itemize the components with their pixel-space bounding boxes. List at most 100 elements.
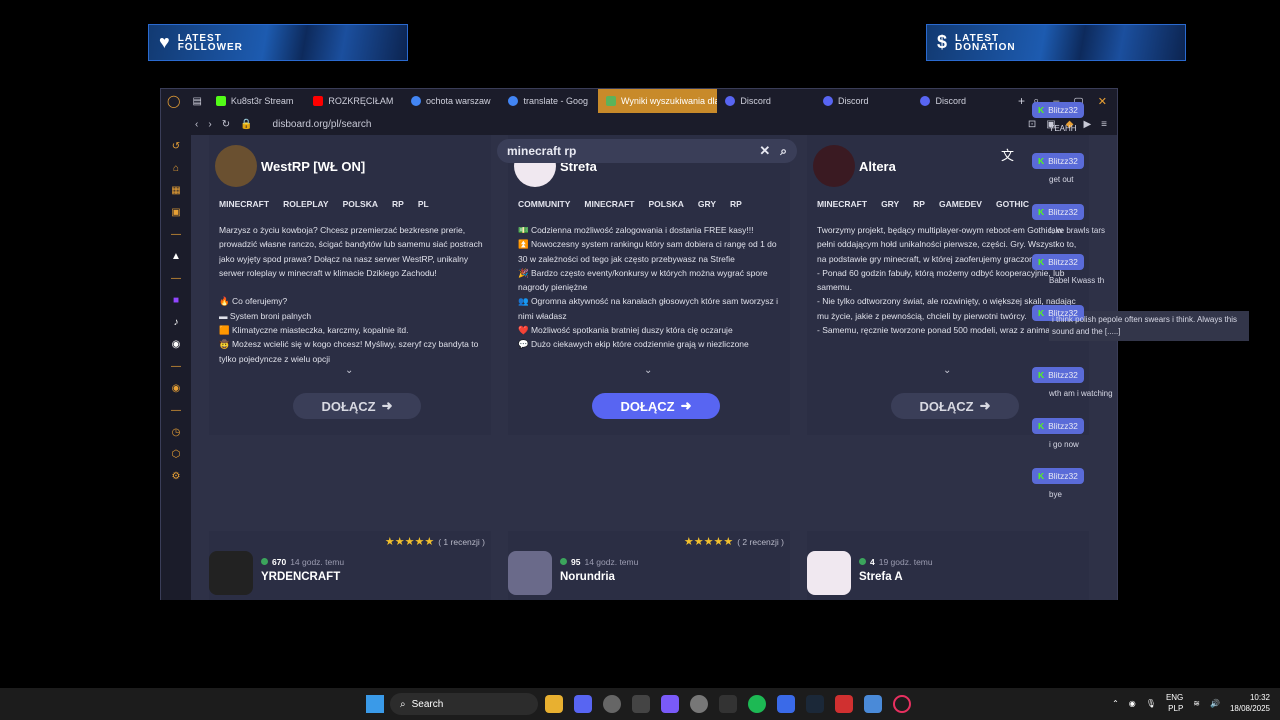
server-description: 💵 Codzienna możliwość zalogowania i dost… xyxy=(518,225,779,350)
tag[interactable]: GAMEDEV xyxy=(939,199,982,209)
chat-message: K Blitzz32 YEAHH xyxy=(1032,100,1084,135)
cube-icon[interactable]: ⬡ xyxy=(172,449,181,463)
app-w-icon[interactable] xyxy=(661,695,679,713)
tag[interactable]: GRY xyxy=(698,199,716,209)
tab-label: Discord xyxy=(837,96,869,106)
tag[interactable]: PL xyxy=(418,199,429,209)
tiktok-icon[interactable]: ♪ xyxy=(174,317,179,331)
taskbar: ⌕ Search ⌃ ◉ 🎙 ENG PLP ≋ 🔊 10:32 18/08/2025 xyxy=(0,688,1280,720)
tab-google[interactable]: ochota warszaw xyxy=(403,89,501,113)
tag[interactable]: POLSKA xyxy=(343,199,378,209)
twitch-icon[interactable]: ■ xyxy=(173,295,179,309)
tab-discord[interactable]: Discord xyxy=(717,89,815,113)
tag[interactable]: COMMUNITY xyxy=(518,199,570,209)
system-tray: ⌃ ◉ 🎙 ENG PLP ≋ 🔊 10:32 18/08/2025 xyxy=(1112,692,1270,714)
online-count: 95 xyxy=(571,557,581,567)
review-count[interactable]: ( 2 recenzji ) xyxy=(737,537,784,547)
clear-icon[interactable]: ✕ xyxy=(759,143,770,159)
tag[interactable]: MINECRAFT xyxy=(817,199,867,209)
spotify-icon[interactable] xyxy=(748,695,766,713)
shield-taskbar-icon[interactable] xyxy=(864,695,882,713)
tag[interactable]: POLSKA xyxy=(648,199,683,209)
browser-window: ◯ ▤ Ku8st3r Stream ROZKRĘCIŁAM ochota wa… xyxy=(160,88,1118,600)
divider: — xyxy=(171,229,181,240)
reload-icon[interactable]: ↻ xyxy=(222,119,230,130)
opera-gx-taskbar-icon[interactable] xyxy=(893,695,911,713)
clock-icon[interactable]: ◷ xyxy=(172,427,181,441)
join-button[interactable]: DOŁĄCZ ➜ xyxy=(592,393,720,419)
tag[interactable]: ROLEPLAY xyxy=(283,199,329,209)
tab-discord[interactable]: Discord xyxy=(815,89,913,113)
windows-start-icon[interactable] xyxy=(366,695,384,713)
server-name[interactable]: Norundria xyxy=(560,571,615,583)
opera-gx-icon[interactable]: ◯ xyxy=(161,94,186,108)
server-logo xyxy=(215,145,257,187)
clock[interactable]: 10:32 18/08/2025 xyxy=(1230,692,1270,714)
tab-disboard[interactable]: Wyniki wyszukiwania dla xyxy=(598,89,718,113)
gamepad-icon[interactable] xyxy=(719,695,737,713)
taskbar-search[interactable]: ⌕ Search xyxy=(390,693,538,715)
back-icon[interactable]: ‹ xyxy=(195,119,198,130)
aria-icon[interactable]: ▲ xyxy=(171,251,181,265)
tag[interactable]: GRY xyxy=(881,199,899,209)
history-icon[interactable]: ↺ xyxy=(172,141,180,155)
online-count: 4 xyxy=(870,557,875,567)
tag[interactable]: GOTHIC xyxy=(996,199,1029,209)
chevron-down-icon[interactable]: ⌄ xyxy=(345,365,353,376)
gx-control-icon[interactable]: ⌂ xyxy=(173,163,179,177)
chat-message: K Blitzz32 i go now xyxy=(1032,416,1084,451)
rating: ★★★★★( 2 recenzji ) xyxy=(684,535,784,548)
tab-discord[interactable]: Discord xyxy=(912,89,1010,113)
youtube-icon xyxy=(313,96,324,106)
search-input[interactable]: minecraft rp ✕ ⌕ xyxy=(497,139,797,163)
player-icon[interactable]: ▶ xyxy=(1083,119,1091,130)
url-field[interactable]: disboard.org/pl/search xyxy=(273,119,372,130)
settings-taskbar-icon[interactable] xyxy=(690,695,708,713)
tag[interactable]: RP xyxy=(730,199,742,209)
chevron-up-icon[interactable]: ⌃ xyxy=(1112,699,1119,708)
tag[interactable]: MINECRAFT xyxy=(584,199,634,209)
tag[interactable]: RP xyxy=(913,199,925,209)
tab-youtube[interactable]: ROZKRĘCIŁAM xyxy=(305,89,403,113)
menu-icon[interactable]: ≡ xyxy=(1101,119,1107,130)
new-tab-icon[interactable]: + xyxy=(1010,94,1033,108)
discord-sidebar-icon[interactable]: ◉ xyxy=(172,339,181,353)
pen-icon[interactable] xyxy=(632,695,650,713)
mic-icon[interactable]: 🎙 xyxy=(1146,699,1156,708)
forward-icon[interactable]: › xyxy=(208,119,211,130)
chrome-icon[interactable] xyxy=(603,695,621,713)
time: 10:32 xyxy=(1249,693,1270,702)
tab-label: translate - Goog xyxy=(523,96,589,106)
translate-icon[interactable]: 文 xyxy=(1001,145,1014,164)
kick-icon: K xyxy=(1038,207,1045,217)
review-count[interactable]: ( 1 recenzji ) xyxy=(438,537,485,547)
tray-app-icon[interactable]: ◉ xyxy=(1129,699,1136,708)
chevron-down-icon[interactable]: ⌄ xyxy=(943,365,951,376)
gx-corner-icon[interactable]: ▦ xyxy=(171,185,180,199)
app-red-icon[interactable] xyxy=(835,695,853,713)
arrow-icon: ➜ xyxy=(381,398,393,413)
server-name[interactable]: YRDENCRAFT xyxy=(261,571,340,583)
server-name[interactable]: Strefa A xyxy=(859,571,903,583)
close-icon[interactable]: ✕ xyxy=(1098,95,1107,108)
app-blue-icon[interactable] xyxy=(777,695,795,713)
join-button[interactable]: DOŁĄCZ ➜ xyxy=(891,393,1019,419)
tag[interactable]: RP xyxy=(392,199,404,209)
join-button[interactable]: DOŁĄCZ ➜ xyxy=(293,393,421,419)
steam-icon[interactable] xyxy=(806,695,824,713)
chevron-down-icon[interactable]: ⌄ xyxy=(644,365,652,376)
volume-icon[interactable]: 🔊 xyxy=(1210,699,1220,708)
tab-menu-icon[interactable]: ▤ xyxy=(186,96,207,107)
search-icon[interactable]: ⌕ xyxy=(780,144,787,159)
wifi-icon[interactable]: ≋ xyxy=(1193,699,1200,708)
tag[interactable]: MINECRAFT xyxy=(219,199,269,209)
settings-icon[interactable]: ⚙ xyxy=(172,471,181,485)
messenger-icon[interactable]: ▣ xyxy=(171,207,180,221)
server-description: Tworzymy projekt, będący multiplayer-owy… xyxy=(817,225,1077,336)
discord-taskbar-icon[interactable] xyxy=(574,695,592,713)
player-sidebar-icon[interactable]: ◉ xyxy=(172,383,181,397)
tab-translate[interactable]: translate - Goog xyxy=(500,89,598,113)
language-indicator[interactable]: ENG PLP xyxy=(1166,692,1183,714)
tab-kick[interactable]: Ku8st3r Stream xyxy=(208,89,306,113)
file-explorer-icon[interactable] xyxy=(545,695,563,713)
